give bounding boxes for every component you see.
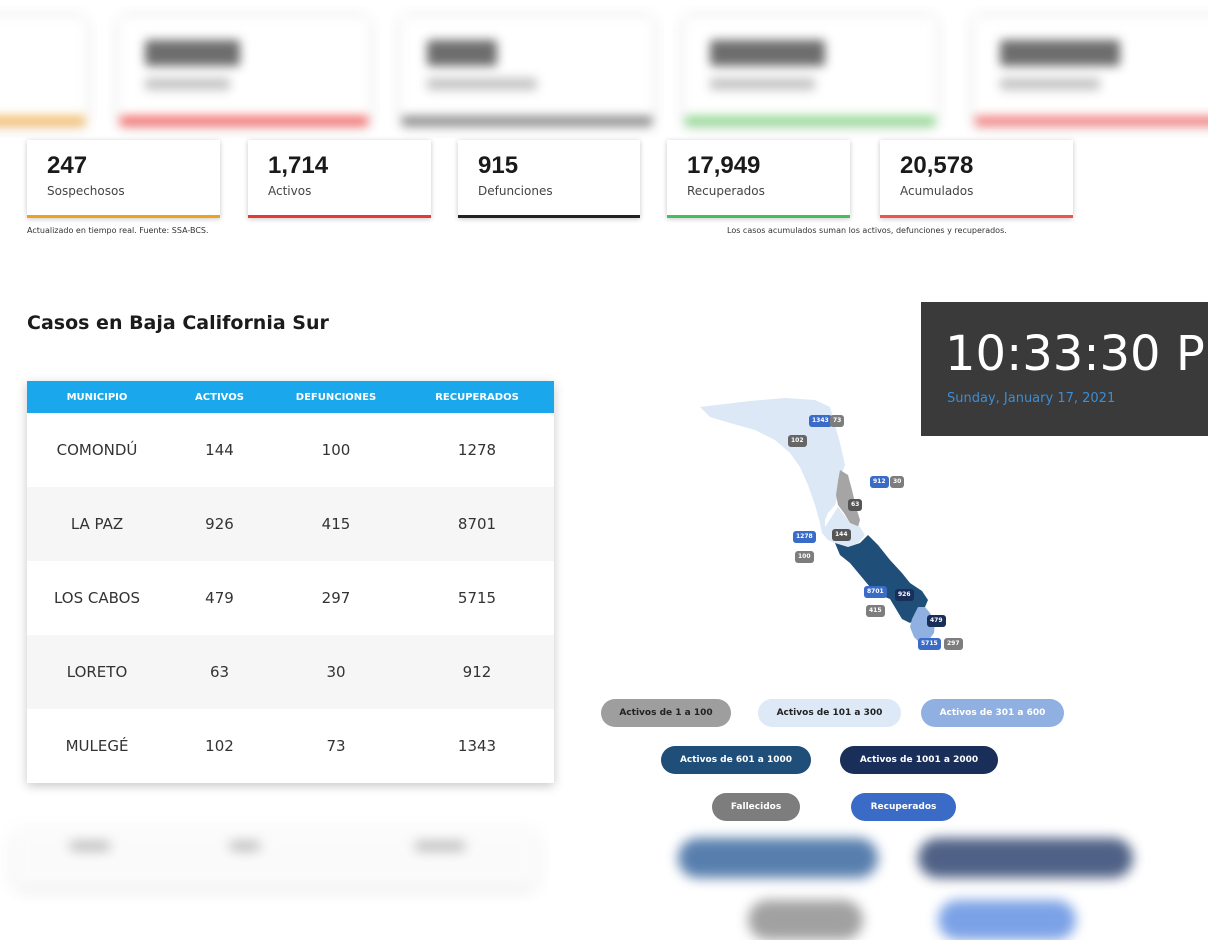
stat-label: Acumulados [900, 184, 974, 198]
stat-bar [27, 215, 220, 218]
blurred-pill [938, 900, 1076, 940]
legend-activos-1001-2000: Activos de 1001 a 2000 [840, 746, 998, 774]
stat-card-activos: 1,714 Activos [248, 140, 431, 218]
stat-value: 20,578 [900, 152, 974, 179]
map-label-fallecidos: 100 [795, 551, 814, 563]
cell-activos: 144 [205, 441, 234, 459]
cases-table: MUNICIPIO ACTIVOS DEFUNCIONES RECUPERADO… [27, 381, 554, 783]
table-header-row: MUNICIPIO ACTIVOS DEFUNCIONES RECUPERADO… [27, 381, 554, 413]
blurred-background-footer [0, 830, 1208, 940]
map-label-recuperados: 5715 [918, 638, 941, 650]
map-label-recuperados: 1278 [793, 531, 816, 543]
blurred-card [0, 18, 85, 126]
map-label-activos: 144 [832, 529, 851, 541]
cell-recuperados: 1278 [457, 441, 497, 459]
blurred-panel [15, 830, 535, 885]
map-label-recuperados: 1343 [809, 415, 832, 427]
map-label-fallecidos: 297 [944, 638, 963, 650]
legend-fallecidos: Fallecidos [712, 793, 800, 821]
column-header-municipio: MUNICIPIO [27, 381, 167, 413]
cell-defunciones: 30 [272, 635, 400, 709]
table-row: LORETO 63 30 912 [27, 635, 554, 709]
stat-label: Activos [268, 184, 312, 198]
stat-value: 915 [478, 152, 519, 179]
cell-defunciones: 73 [326, 737, 346, 755]
cell-recuperados: 8701 [400, 487, 554, 561]
blurred-card [120, 18, 368, 126]
legend-recuperados: Recuperados [851, 793, 956, 821]
map-label-recuperados: 8701 [864, 586, 887, 598]
cell-recuperados: 912 [400, 635, 554, 709]
cell-activos: 63 [167, 635, 272, 709]
bcs-map: 1343 73 102 912 30 63 1278 100 144 8701 … [690, 395, 990, 665]
stat-value: 17,949 [687, 152, 761, 179]
map-label-activos: 926 [895, 589, 914, 601]
cell-municipio: COMONDÚ [56, 441, 138, 459]
blurred-pill [748, 900, 863, 940]
blurred-pill [918, 838, 1133, 878]
map-label-activos: 63 [848, 499, 863, 511]
map-label-fallecidos: 30 [890, 476, 905, 488]
cell-municipio: MULEGÉ [65, 737, 129, 755]
table-row: MULEGÉ 102 73 1343 [27, 709, 554, 783]
cell-municipio: LOS CABOS [53, 589, 140, 607]
map-label-fallecidos: 73 [830, 415, 845, 427]
column-header-activos: ACTIVOS [167, 381, 272, 413]
stat-bar [248, 215, 431, 218]
cell-defunciones: 415 [272, 487, 400, 561]
stat-card-sospechosos: 247 Sospechosos [27, 140, 220, 218]
blurred-background-header [0, 0, 1208, 135]
legend-activos-1-100: Activos de 1 a 100 [601, 699, 731, 727]
cell-recuperados: 1343 [457, 737, 497, 755]
stat-card-defunciones: 915 Defunciones [458, 140, 640, 218]
stat-value: 1,714 [268, 152, 329, 179]
stat-label: Recuperados [687, 184, 765, 198]
legend-activos-601-1000: Activos de 601 a 1000 [661, 746, 811, 774]
accumulated-note: Los casos acumulados suman los activos, … [727, 226, 1007, 235]
stat-card-recuperados: 17,949 Recuperados [667, 140, 850, 218]
cell-defunciones: 297 [321, 589, 351, 607]
cell-municipio: LORETO [27, 635, 167, 709]
column-header-recuperados: RECUPERADOS [400, 381, 554, 413]
column-header-defunciones: DEFUNCIONES [272, 381, 400, 413]
stat-bar [880, 215, 1073, 218]
stat-bar [458, 215, 640, 218]
stat-bar [667, 215, 850, 218]
map-label-activos: 479 [927, 615, 946, 627]
blurred-card [402, 18, 652, 126]
cell-activos: 102 [205, 737, 234, 755]
blurred-card [685, 18, 935, 126]
blurred-card [975, 18, 1208, 126]
legend-activos-101-300: Activos de 101 a 300 [758, 699, 901, 727]
blurred-pill [678, 838, 878, 878]
legend-activos-301-600: Activos de 301 a 600 [921, 699, 1064, 727]
cell-activos: 926 [167, 487, 272, 561]
map-label-recuperados: 912 [870, 476, 889, 488]
stat-label: Defunciones [478, 184, 553, 198]
table-row: COMONDÚ 144 100 1278 [27, 413, 554, 487]
stat-value: 247 [47, 152, 88, 179]
cell-municipio: LA PAZ [27, 487, 167, 561]
cell-defunciones: 100 [321, 441, 351, 459]
table-row: LA PAZ 926 415 8701 [27, 487, 554, 561]
source-note: Actualizado en tiempo real. Fuente: SSA-… [27, 226, 209, 235]
cell-recuperados: 5715 [457, 589, 497, 607]
map-label-activos: 102 [788, 435, 807, 447]
stat-label: Sospechosos [47, 184, 125, 198]
stat-card-acumulados: 20,578 Acumulados [880, 140, 1073, 218]
cell-activos: 479 [205, 589, 234, 607]
table-row: LOS CABOS 479 297 5715 [27, 561, 554, 635]
clock-time: 10:33:30 PM [945, 326, 1208, 382]
section-title: Casos en Baja California Sur [27, 312, 329, 334]
map-label-fallecidos: 415 [866, 605, 885, 617]
